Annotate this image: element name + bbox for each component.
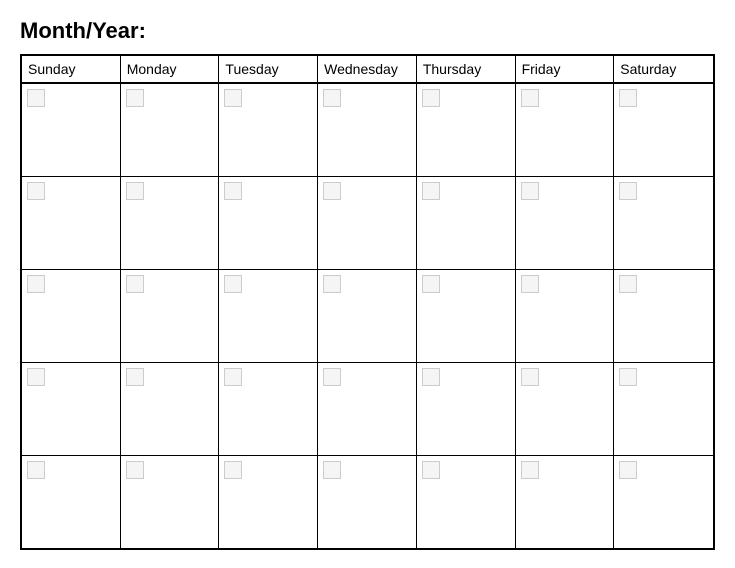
calendar-row [22,363,713,456]
cell-r5-wed[interactable] [318,456,417,548]
date-number-box [27,275,45,293]
cell-r1-wed[interactable] [318,84,417,176]
calendar-row [22,177,713,270]
date-number-box [422,182,440,200]
cell-r3-sun[interactable] [22,270,121,362]
date-number-box [126,89,144,107]
cell-r5-fri[interactable] [516,456,615,548]
date-number-box [126,368,144,386]
cell-r4-fri[interactable] [516,363,615,455]
calendar: Sunday Monday Tuesday Wednesday Thursday… [20,54,715,550]
date-number-box [619,89,637,107]
date-number-box [521,461,539,479]
cell-r1-sat[interactable] [614,84,713,176]
date-number-box [422,368,440,386]
cell-r4-sat[interactable] [614,363,713,455]
calendar-row [22,270,713,363]
cell-r3-fri[interactable] [516,270,615,362]
cell-r5-mon[interactable] [121,456,220,548]
date-number-box [619,182,637,200]
header-saturday: Saturday [614,56,713,82]
date-number-box [27,368,45,386]
date-number-box [323,89,341,107]
cell-r1-fri[interactable] [516,84,615,176]
cell-r1-thu[interactable] [417,84,516,176]
cell-r5-sat[interactable] [614,456,713,548]
cell-r2-mon[interactable] [121,177,220,269]
date-number-box [323,368,341,386]
cell-r3-tue[interactable] [219,270,318,362]
cell-r5-sun[interactable] [22,456,121,548]
cell-r4-mon[interactable] [121,363,220,455]
cell-r4-sun[interactable] [22,363,121,455]
header-friday: Friday [516,56,615,82]
header-wednesday: Wednesday [318,56,417,82]
date-number-box [27,89,45,107]
date-number-box [27,182,45,200]
date-number-box [422,89,440,107]
header-tuesday: Tuesday [219,56,318,82]
date-number-box [224,182,242,200]
calendar-row [22,84,713,177]
cell-r3-wed[interactable] [318,270,417,362]
cell-r1-sun[interactable] [22,84,121,176]
cell-r3-thu[interactable] [417,270,516,362]
cell-r4-thu[interactable] [417,363,516,455]
cell-r2-wed[interactable] [318,177,417,269]
date-number-box [521,368,539,386]
date-number-box [521,275,539,293]
date-number-box [323,275,341,293]
calendar-row [22,456,713,548]
cell-r3-sat[interactable] [614,270,713,362]
cell-r2-sat[interactable] [614,177,713,269]
date-number-box [323,182,341,200]
cell-r4-wed[interactable] [318,363,417,455]
date-number-box [619,461,637,479]
page-title: Month/Year: [20,18,715,44]
date-number-box [126,182,144,200]
calendar-body [22,84,713,548]
cell-r2-thu[interactable] [417,177,516,269]
cell-r2-tue[interactable] [219,177,318,269]
cell-r3-mon[interactable] [121,270,220,362]
cell-r4-tue[interactable] [219,363,318,455]
calendar-header: Sunday Monday Tuesday Wednesday Thursday… [22,56,713,84]
cell-r5-thu[interactable] [417,456,516,548]
date-number-box [126,275,144,293]
date-number-box [224,275,242,293]
date-number-box [224,368,242,386]
date-number-box [224,461,242,479]
cell-r2-fri[interactable] [516,177,615,269]
date-number-box [521,182,539,200]
header-thursday: Thursday [417,56,516,82]
date-number-box [422,275,440,293]
date-number-box [422,461,440,479]
cell-r1-tue[interactable] [219,84,318,176]
date-number-box [27,461,45,479]
date-number-box [224,89,242,107]
date-number-box [323,461,341,479]
cell-r1-mon[interactable] [121,84,220,176]
header-monday: Monday [121,56,220,82]
date-number-box [126,461,144,479]
header-sunday: Sunday [22,56,121,82]
cell-r2-sun[interactable] [22,177,121,269]
date-number-box [619,368,637,386]
date-number-box [619,275,637,293]
cell-r5-tue[interactable] [219,456,318,548]
date-number-box [521,89,539,107]
